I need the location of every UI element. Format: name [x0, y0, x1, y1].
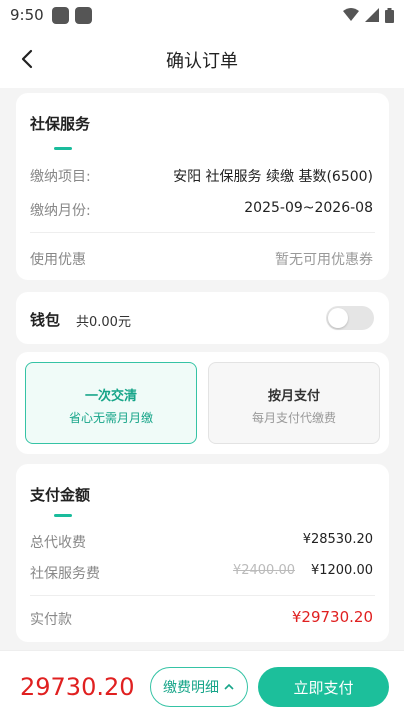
option-pay-monthly-title: 按月支付	[267, 389, 320, 404]
coupon-value[interactable]: 暂无可用优惠券	[275, 249, 373, 269]
toggle-knob	[328, 308, 348, 328]
battery-icon	[385, 7, 394, 23]
footer-total-price: 29730.20	[20, 673, 135, 701]
divider	[30, 232, 375, 233]
service-fee-original: ¥2400.00	[232, 563, 295, 578]
project-value: 安阳 社保服务 续缴 基数(6500)	[173, 169, 373, 185]
project-label: 缴纳项目:	[30, 169, 91, 185]
total-collect-value: ¥28530.20	[302, 532, 373, 547]
payment-detail-label: 缴费明细	[163, 680, 219, 696]
payment-options-card: 一次交清 省心无需月月缴 按月支付 每月支付代缴费	[16, 352, 389, 454]
actual-pay-value: ¥29730.20	[291, 608, 373, 626]
divider	[30, 595, 375, 596]
amount-card-title: 支付金额	[30, 486, 91, 504]
pay-now-button[interactable]: 立即支付	[258, 667, 389, 707]
wallet-amount: 共0.00元	[76, 315, 131, 330]
actual-pay-label: 实付款	[30, 612, 72, 628]
status-bar: 9:50	[0, 0, 404, 30]
title-accent-bar	[54, 147, 72, 150]
coupon-label[interactable]: 使用优惠	[30, 249, 86, 269]
service-fee-label: 社保服务费	[30, 566, 100, 582]
service-card-title: 社保服务	[30, 115, 91, 133]
option-pay-monthly-subtitle: 每月支付代缴费	[251, 411, 336, 425]
notification-icon	[74, 6, 92, 24]
service-card: 社保服务 缴纳项目: 安阳 社保服务 续缴 基数(6500) 缴纳月份: 202…	[16, 93, 389, 280]
amount-card: 支付金额 总代收费 ¥28530.20 社保服务费 ¥2400.00 ¥1200…	[16, 464, 389, 642]
service-fee-value: ¥1200.00	[310, 563, 373, 578]
option-pay-once-subtitle: 省心无需月月缴	[68, 411, 153, 425]
option-pay-once[interactable]: 一次交清 省心无需月月缴	[25, 362, 197, 444]
payment-detail-button[interactable]: 缴费明细	[150, 667, 248, 707]
option-pay-monthly[interactable]: 按月支付 每月支付代缴费	[208, 362, 380, 444]
month-value: 2025-09~2026-08	[244, 200, 373, 216]
total-collect-label: 总代收费	[30, 535, 86, 551]
option-pay-once-title: 一次交清	[84, 389, 137, 404]
page-title: 确认订单	[166, 51, 238, 72]
signal-icon	[365, 8, 379, 22]
wifi-icon	[343, 8, 359, 21]
app-header: 确认订单	[0, 30, 404, 88]
wallet-label: 钱包	[30, 311, 61, 329]
bottom-bar: 29730.20 缴费明细 立即支付	[0, 650, 404, 720]
title-accent-bar	[54, 514, 72, 517]
wallet-card: 钱包 共0.00元	[16, 292, 389, 344]
wallet-toggle[interactable]	[326, 306, 374, 330]
month-label: 缴纳月份:	[30, 203, 91, 219]
notification-icon	[51, 6, 69, 24]
status-time: 9:50	[10, 6, 44, 24]
chevron-up-icon	[224, 683, 234, 690]
